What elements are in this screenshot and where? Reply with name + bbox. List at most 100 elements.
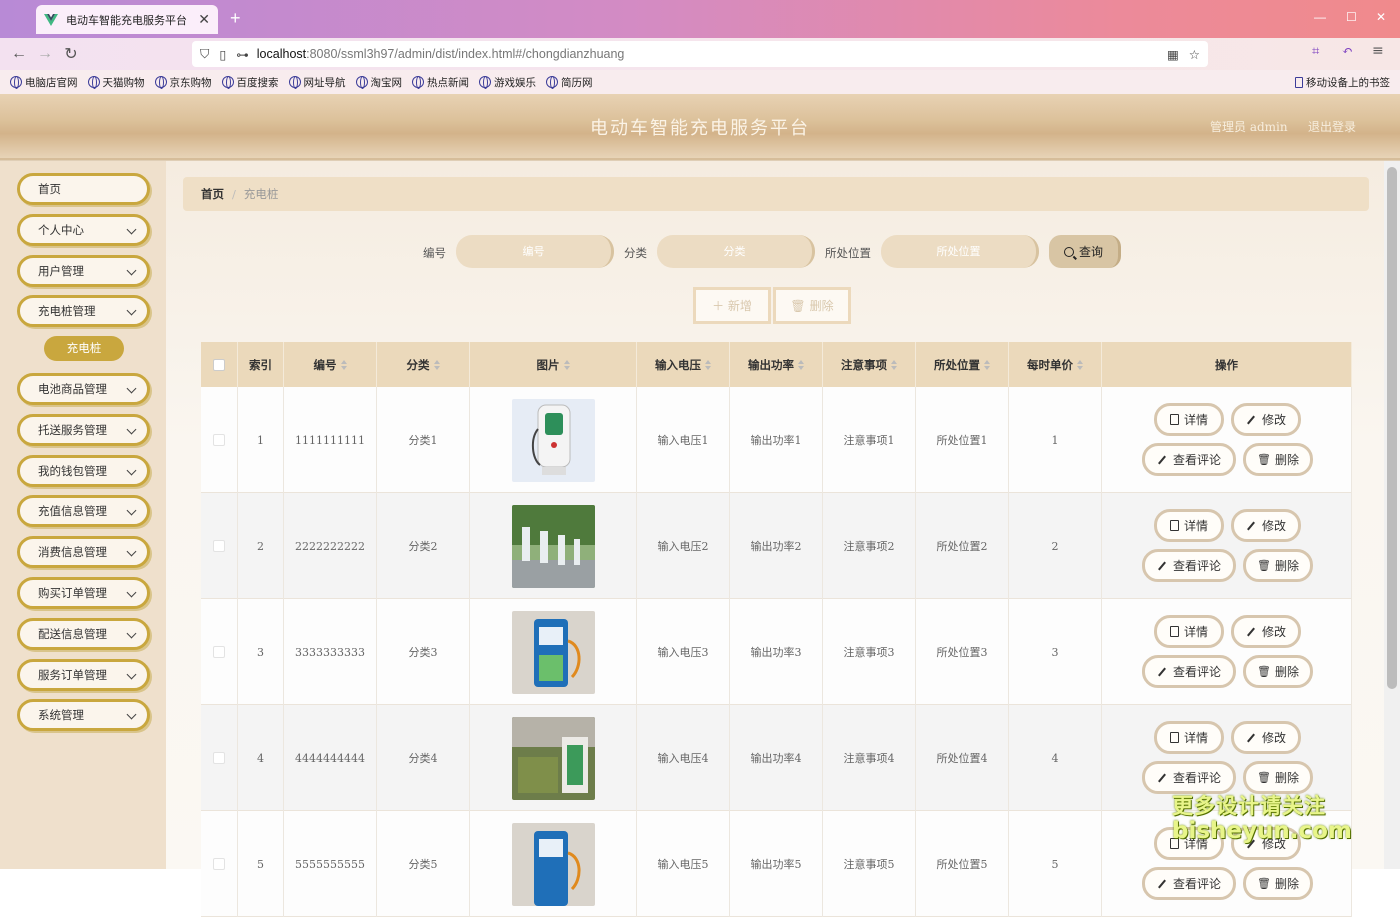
url-host: localhost [256,47,307,61]
bookmark-item[interactable]: 电脑店官网 [10,75,78,90]
edit-button[interactable]: 修改 [1231,509,1301,542]
sidebar-item-5[interactable]: 托送服务管理 [17,414,150,446]
cell-value: 3333333333 [295,645,365,659]
row-checkbox[interactable] [213,752,225,764]
undo-icon[interactable]: ↶ [1342,44,1353,59]
view-comments-button[interactable]: 查看评论 [1142,655,1236,688]
bookmark-item[interactable]: 简历网 [546,75,593,90]
search-input-code[interactable]: 编号 [456,235,614,268]
sort-icon[interactable] [798,359,804,370]
view-comments-button[interactable]: 查看评论 [1142,443,1236,476]
column-header[interactable]: 输入电压 [637,342,730,387]
row-checkbox[interactable] [213,646,225,658]
column-header[interactable]: 操作 [1102,342,1352,387]
maximize-icon[interactable]: ☐ [1346,10,1357,24]
detail-button[interactable]: 详情 [1154,721,1224,754]
table-cell: 5555555555 [284,811,377,917]
logout-link[interactable]: 退出登录 [1308,118,1356,135]
bulk-delete-label: 删除 [809,299,834,313]
detail-button[interactable]: 详情 [1154,615,1224,648]
detail-button[interactable]: 详情 [1154,403,1224,436]
sidebar-item-4[interactable]: 电池商品管理 [17,373,150,405]
sidebar-item-0[interactable]: 首页 [17,173,150,205]
page-scrollbar[interactable] [1384,161,1400,869]
browser-tab[interactable]: 电动车智能充电服务平台 ✕ [36,5,218,34]
crop-icon[interactable]: ⌗ [1312,44,1319,59]
qr-code-icon[interactable]: ▦ [1167,47,1179,62]
sidebar-subitem-charging-pile[interactable]: 充电桩 [44,336,124,361]
chevron-down-icon [126,669,137,680]
column-header[interactable]: 每时单价 [1009,342,1102,387]
sidebar-item-6[interactable]: 我的钱包管理 [17,455,150,487]
sort-icon[interactable] [705,359,711,370]
search-input-category[interactable]: 分类 [657,235,815,268]
column-header[interactable]: 注意事项 [823,342,916,387]
edit-button[interactable]: 修改 [1231,403,1301,436]
edit-button[interactable]: 修改 [1231,721,1301,754]
back-icon[interactable]: ← [6,45,32,63]
detail-button[interactable]: 详情 [1154,509,1224,542]
search-label-location: 所处位置 [825,246,871,260]
bookmark-label: 游戏娱乐 [494,76,536,89]
address-bar[interactable]: ⛉ ▯ ⊶ localhost:8080/ssml3h97/admin/dist… [192,41,1208,67]
bookmark-item[interactable]: 京东购物 [154,75,212,90]
view-comments-button[interactable]: 查看评论 [1142,867,1236,900]
bookmark-item[interactable]: 百度搜索 [221,75,279,90]
scrollbar-thumb[interactable] [1387,167,1397,689]
column-header[interactable]: 编号 [284,342,377,387]
cell-value: 所处位置2 [936,540,988,553]
column-header[interactable]: 分类 [377,342,470,387]
bookmark-item[interactable]: 天猫购物 [87,75,145,90]
row-checkbox[interactable] [213,858,225,870]
sort-icon[interactable] [433,359,440,370]
delete-button[interactable]: 🗑︎ 删除 [1243,867,1313,900]
sidebar-item-12[interactable]: 系统管理 [17,699,150,731]
sort-icon[interactable] [891,359,897,370]
row-checkbox[interactable] [213,540,225,552]
select-all-checkbox[interactable] [213,358,225,371]
sidebar-item-8[interactable]: 消费信息管理 [17,536,150,568]
sort-icon[interactable] [563,359,570,370]
column-header[interactable]: 索引 [238,342,284,387]
column-header[interactable]: 输出功率 [730,342,823,387]
minimize-icon[interactable]: — [1314,10,1326,24]
sort-icon[interactable] [984,359,990,370]
sidebar-item-7[interactable]: 充值信息管理 [17,495,150,527]
bookmark-star-icon[interactable]: ☆ [1189,47,1200,62]
new-tab-icon[interactable]: + [230,8,241,29]
pencil-icon [1158,879,1166,888]
bookmark-item[interactable]: 热点新闻 [412,75,469,90]
sidebar-item-9[interactable]: 购买订单管理 [17,577,150,609]
trash-icon: 🗑︎ [790,298,806,313]
sidebar-item-11[interactable]: 服务订单管理 [17,659,150,691]
bookmark-item[interactable]: 游戏娱乐 [479,75,536,90]
add-button[interactable]: ＋ 新增 [693,287,771,324]
sidebar-item-2[interactable]: 用户管理 [17,255,150,287]
menu-icon[interactable]: ≡ [1372,43,1384,59]
mobile-bookmarks[interactable]: 移动设备上的书签 [1295,75,1390,90]
delete-button[interactable]: 🗑︎ 删除 [1243,655,1313,688]
delete-button[interactable]: 🗑︎ 删除 [1243,549,1313,582]
window-close-icon[interactable]: ✕ [1376,10,1386,24]
reload-icon[interactable]: ↻ [58,44,84,64]
edit-button[interactable]: 修改 [1231,615,1301,648]
sidebar-item-10[interactable]: 配送信息管理 [17,618,150,650]
tab-close-icon[interactable]: ✕ [198,11,210,28]
sort-icon[interactable] [340,359,347,370]
bookmark-item[interactable]: 淘宝网 [355,75,402,90]
delete-button[interactable]: 🗑︎ 删除 [1243,443,1313,476]
forward-icon[interactable]: → [32,45,58,63]
query-button[interactable]: 查询 [1049,235,1121,268]
column-header[interactable]: 图片 [470,342,637,387]
bulk-delete-button[interactable]: 🗑︎ 删除 [773,287,851,324]
search-icon [1063,246,1074,257]
view-comments-button[interactable]: 查看评论 [1142,549,1236,582]
row-checkbox[interactable] [213,434,225,446]
sidebar-item-3[interactable]: 充电桩管理 [17,295,150,327]
bookmark-item[interactable]: 网址导航 [288,75,346,90]
column-header[interactable]: 所处位置 [916,342,1009,387]
search-input-location[interactable]: 所处位置 [881,235,1039,268]
sort-icon[interactable] [1077,359,1083,370]
sidebar-item-1[interactable]: 个人中心 [17,214,150,246]
breadcrumb-home[interactable]: 首页 [201,186,224,202]
